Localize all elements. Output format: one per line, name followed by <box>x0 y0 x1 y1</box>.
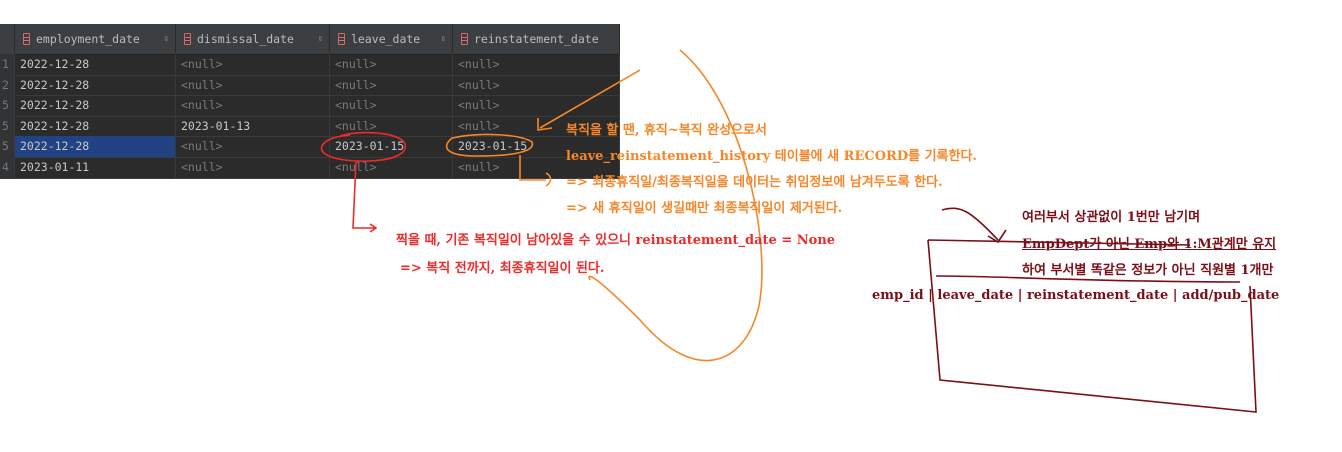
note-maroon-3: 하여 부서별 똑같은 정보가 아닌 직원별 1개만 <box>1022 263 1274 278</box>
annotation-strokes <box>320 49 1257 413</box>
note-orange-2: leave_reinstatement_history 테이블에 새 RECOR… <box>566 149 977 164</box>
note-red-2: => 복직 전까지, 최종휴직일이 된다. <box>400 261 605 276</box>
note-maroon-4: emp_id | leave_date | reinstatement_date… <box>872 288 1280 303</box>
note-orange-1: 복직을 할 땐, 휴직~복직 완성으로서 <box>566 123 767 138</box>
note-maroon-2: EmpDept가 아닌 Emp와 1:M관계만 유지 <box>1022 237 1277 252</box>
note-maroon-1: 여러부서 상관없이 1번만 남기며 <box>1022 210 1201 225</box>
red-annotation <box>320 131 407 233</box>
note-orange-4: => 새 휴직일이 생길때만 최종복직일이 제거된다. <box>566 201 843 216</box>
note-red-1: 찍을 때, 기존 복직일이 남아있을 수 있으니 reinstatement_d… <box>396 233 836 248</box>
note-orange-3: => 최종휴직일/최종복직일을 데이터는 취임정보에 남겨두도록 한다. <box>566 175 943 190</box>
